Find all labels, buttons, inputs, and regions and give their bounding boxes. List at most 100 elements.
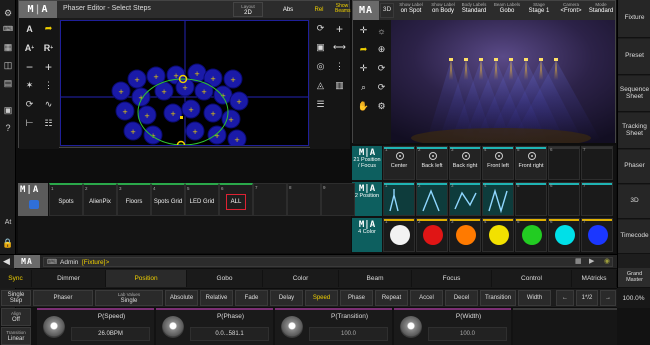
viewer-header-button[interactable]: Beam Labels Gobo [492,2,522,19]
feature-focus[interactable]: Focus [412,270,492,287]
group-cell[interactable]: 8 [287,183,321,216]
rotate-icon[interactable]: ⟳ [21,97,38,112]
group-cell[interactable]: 6 ALL [219,183,253,216]
view-preset-button[interactable]: Preset [618,39,650,75]
preset-cell[interactable]: 1 [383,182,415,216]
group-cell[interactable]: 3 Floors [117,183,151,216]
select-arrow-icon[interactable]: ➦ [355,42,372,57]
viewer-header-button[interactable]: Show Label on Spot [396,2,426,19]
preset-pool-label[interactable]: M|A 21 Position / Focus [352,146,382,180]
select-icon[interactable]: ◬ [312,78,329,93]
feature-position[interactable]: Position [106,270,187,287]
eye-icon[interactable]: ◉ [604,257,610,265]
encoder-knob[interactable] [400,316,422,338]
group-pool-logo[interactable]: M|A [18,183,48,216]
left-arrow-icon[interactable]: ◀ [3,256,10,267]
viewer-header-button[interactable]: Camera <Front> [556,2,586,19]
preset-cell[interactable]: 6 [548,218,580,252]
page-next-icon[interactable]: → [600,290,616,306]
encoder-width[interactable]: P(Width) 100.0 [394,308,511,345]
preset-cell[interactable]: 3 [449,182,481,216]
feature-dimmer[interactable]: Dimmer [32,270,106,287]
preset-cell[interactable]: 6 [548,182,580,216]
preset-cell[interactable]: 4 [482,218,514,252]
viewer-header-button[interactable]: Body Labels Standard [459,2,489,19]
preset-cell[interactable]: 5 Front right [515,146,547,180]
pan-icon[interactable]: ✛ [355,61,372,76]
preset-cell[interactable]: 2 [416,182,448,216]
preset-cell[interactable]: 3 [449,218,481,252]
star-icon[interactable]: ✶ [21,78,38,93]
plus-icon[interactable]: + [40,59,57,74]
refresh-icon[interactable]: ⟳ [312,21,329,36]
target-icon[interactable]: ⊕ [373,42,390,57]
speaker-icon[interactable]: ▶ [589,257,594,265]
view-sequence-sheet-button[interactable]: Sequence Sheet [618,76,650,112]
group-cell[interactable]: 5 LED Grid [185,183,219,216]
ma-logo-viewer[interactable]: MA [353,1,379,20]
encoder-transition[interactable]: P(Transition) 100.0 [275,308,392,345]
hand-icon[interactable]: ✋ [355,99,372,114]
dots-right-icon[interactable]: ⋮ [331,59,348,74]
preset-cell[interactable]: 1 Center [383,146,415,180]
page-prev-icon[interactable]: ← [556,290,574,306]
feature-beam[interactable]: Beam [339,270,412,287]
sun-icon[interactable]: ☼ [373,23,390,38]
viewer-header-button[interactable]: Mode Standard [586,2,616,19]
arrows-icon[interactable]: ⟷ [331,40,348,55]
fade-button[interactable]: Fade [235,290,268,306]
rel-button[interactable]: Rel [305,2,333,17]
plus-right-icon[interactable]: + [331,21,348,36]
abs-button[interactable]: Abs [274,2,302,17]
preset-cell[interactable]: 2 [416,218,448,252]
viewer-header-button[interactable]: Stage Stage 1 [524,2,554,19]
dots-icon[interactable]: ⋮ [40,78,57,93]
transition-mode-button[interactable]: Transition Linear [1,327,31,345]
layout-icon[interactable]: ▤ [1,76,15,90]
command-line-input[interactable]: ⌨ Admin [Fixture]> [43,257,613,267]
edit-mode-button[interactable]: Lab Values Single [95,290,163,306]
add-r-icon[interactable]: R + [40,40,57,55]
sync-button[interactable]: Sync [0,270,32,287]
a-tool-icon[interactable]: A [21,21,38,36]
grid-icon[interactable]: ▦ [1,40,15,54]
group-cell[interactable]: 2 AlienPix [83,183,117,216]
preset-cell[interactable]: 1 [383,218,415,252]
3d-scene[interactable] [391,20,615,143]
group-cell[interactable]: 9 [321,183,355,216]
grand-master-value[interactable]: 100.0% [617,288,650,308]
matricks-button[interactable]: MAtricks [572,270,617,287]
encoder-speed[interactable]: P(Speed) 26.0BPM [37,308,154,345]
wave-icon[interactable]: ∿ [40,97,57,112]
encoder-knob[interactable] [281,316,303,338]
preset-cell[interactable]: 3 Back right [449,146,481,180]
transition-button[interactable]: Transition [480,290,516,306]
phase-button[interactable]: Phase [340,290,373,306]
monitor-icon[interactable]: ▣ [1,103,15,117]
split-icon[interactable]: ☷ [40,116,57,131]
layers-icon[interactable]: ☰ [312,97,329,112]
minus-icon[interactable]: − [21,59,38,74]
ma-logo[interactable]: M | A [19,1,57,18]
preset-cell[interactable]: 5 [515,182,547,216]
preset-cell[interactable]: 7 [581,146,613,180]
feature-color[interactable]: Color [263,270,339,287]
preset-pool-label[interactable]: M|A 4 Color [352,218,382,252]
view-timecode-button[interactable]: Timecode [618,220,650,254]
show-beams-button[interactable]: Show Beams [335,2,351,17]
preset-cell[interactable]: 7 [581,182,613,216]
group-cell[interactable]: 7 [253,183,287,216]
preset-cell[interactable]: 6 [548,146,580,180]
align-button[interactable]: Align Off [1,308,31,326]
phaser-mode-button[interactable]: Phaser [33,290,93,306]
add-a-icon[interactable]: A + [21,40,38,55]
keyboard-icon[interactable]: ⌨ [1,22,15,36]
view-fixture-button[interactable]: Fixture [618,0,650,38]
windows-icon[interactable]: ◫ [1,58,15,72]
viewer-header-button[interactable]: Show Label on Body [428,2,458,19]
preset-pool-label[interactable]: M|A 2 Position [352,182,382,216]
phaser-plot-svg[interactable]: + + + ++ ++++ + + +++ + + + +++ + + + + [61,21,309,146]
feature-gobo[interactable]: Gobo [187,270,263,287]
preset-cell[interactable]: 7 [581,218,613,252]
group-cell[interactable]: 1 Spots [49,183,83,216]
